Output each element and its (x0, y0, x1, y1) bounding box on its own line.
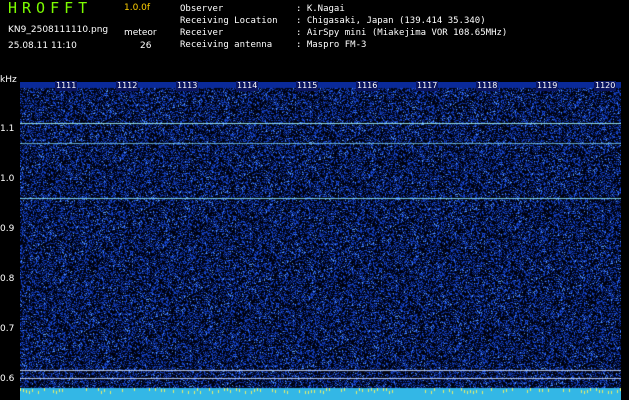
x-tick-1111: 1111 (55, 81, 78, 91)
observer-value: : K.Nagai (296, 4, 345, 14)
version-label: 1.0.0f (124, 3, 151, 13)
x-tick-1114: 1114 (236, 81, 259, 91)
location-value: : Chigasaki, Japan (139.414 35.340) (296, 16, 486, 26)
count-label: 26 (140, 41, 152, 51)
x-tick-1115: 1115 (296, 81, 319, 91)
app-title: HROFFT (8, 0, 93, 17)
spectrogram-canvas (20, 82, 621, 400)
x-tick-1119: 1119 (536, 81, 559, 91)
x-tick-1113: 1113 (176, 81, 199, 91)
x-tick-1116: 1116 (356, 81, 379, 91)
datetime-label: 25.08.11 11:10 (8, 41, 77, 51)
y-tick-1.0: 1.0 (0, 174, 15, 184)
y-tick-0.7: 0.7 (0, 324, 15, 334)
y-tick-0.6: 0.6 (0, 374, 15, 384)
filename-label: KN9_2508111110.png (8, 25, 109, 35)
x-tick-1118: 1118 (476, 81, 499, 91)
y-tick-1.1: 1.1 (0, 124, 15, 134)
y-tick-0.8: 0.8 (0, 274, 15, 284)
y-tick-0.9: 0.9 (0, 224, 15, 234)
location-label: Receiving Location (180, 16, 278, 26)
x-tick-1117: 1117 (416, 81, 439, 91)
spectrogram-plot (20, 82, 621, 400)
receiver-value: : AirSpy mini (Miakejima VOR 108.65MHz) (296, 28, 508, 38)
y-axis-unit: kHz (0, 75, 17, 85)
observer-label: Observer (180, 4, 224, 14)
receiver-label: Receiver (180, 28, 224, 38)
x-tick-1112: 1112 (116, 81, 139, 91)
x-tick-1120: 1120 (594, 81, 617, 91)
mode-label: meteor (124, 28, 157, 38)
antenna-label: Receiving antenna (180, 40, 273, 50)
antenna-value: : Maspro FM-3 (296, 40, 367, 50)
